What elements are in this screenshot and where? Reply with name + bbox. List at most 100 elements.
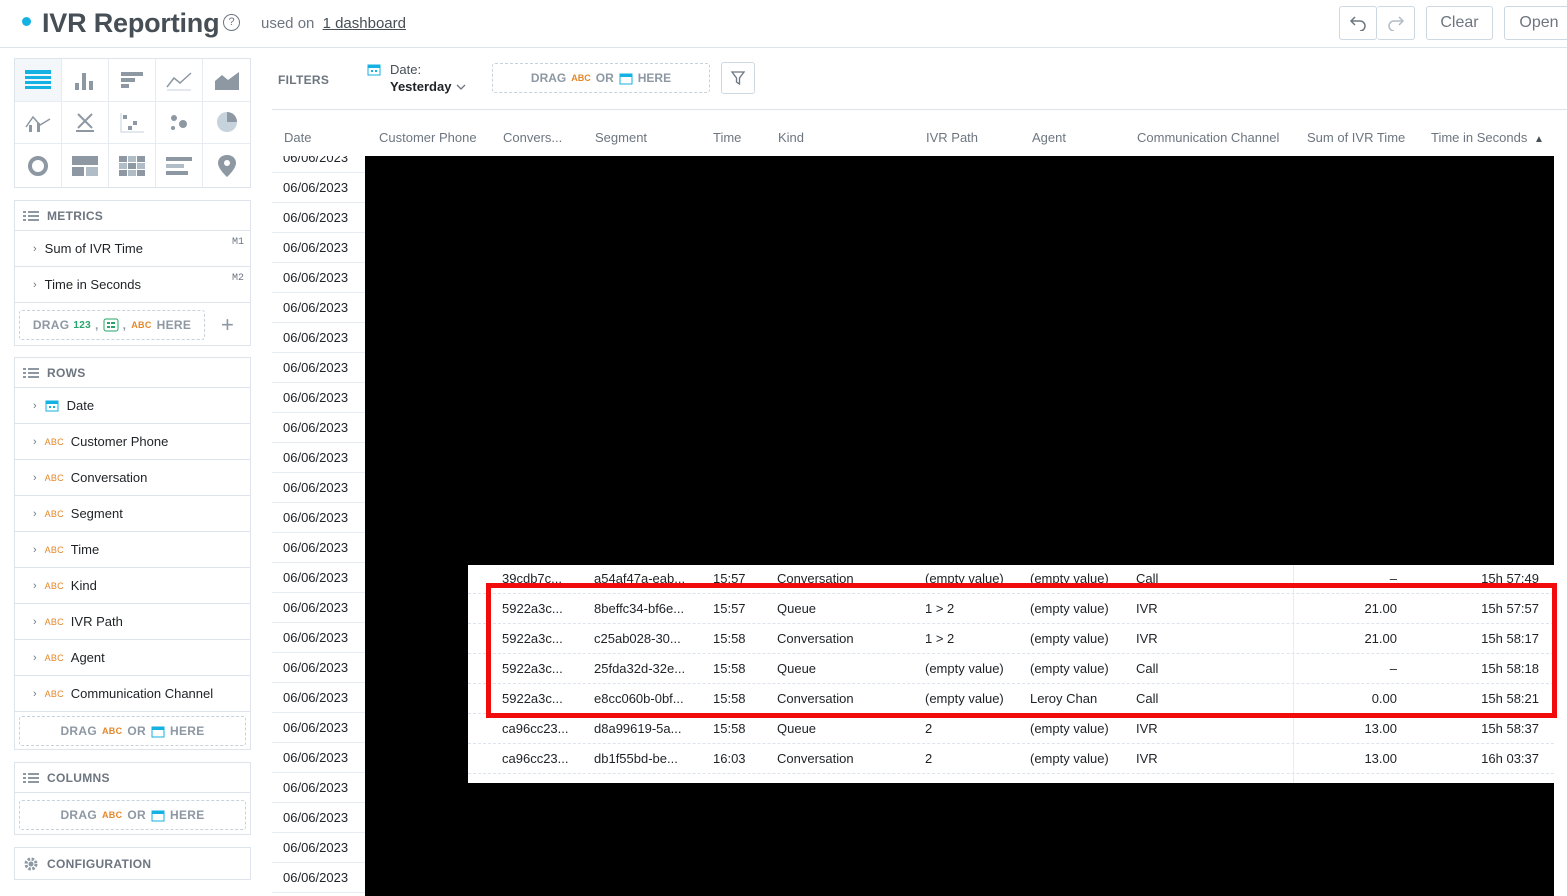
- dashboard-link[interactable]: 1 dashboard: [323, 15, 406, 32]
- date-cell: 06/06/2023: [272, 653, 365, 683]
- configuration-title: CONFIGURATION: [47, 856, 152, 871]
- date-cell: 06/06/2023: [272, 713, 365, 743]
- header-time[interactable]: Time: [713, 130, 741, 145]
- cell-time: 15:58: [713, 631, 746, 646]
- table-row[interactable]: 5922a3c... e8cc060b-0bf... 15:58 Conversati…: [468, 684, 1554, 714]
- drop-suffix: HERE: [170, 808, 205, 822]
- measure-filter-button[interactable]: [721, 62, 755, 94]
- column-chart-icon[interactable]: [62, 59, 109, 102]
- row-item-ivr-path[interactable]: › ABC IVR Path: [14, 604, 251, 640]
- cell-conversation: 5922a3c...: [502, 631, 563, 646]
- table-viz-icon[interactable]: [15, 59, 62, 102]
- row-item-kind[interactable]: › ABC Kind: [14, 568, 251, 604]
- abc-type-icon: ABC: [571, 73, 591, 83]
- columns-section-header[interactable]: COLUMNS: [14, 762, 251, 793]
- row-item-date[interactable]: › Date: [14, 388, 251, 424]
- row-item-communication-channel[interactable]: › ABC Communication Channel: [14, 676, 251, 712]
- chevron-right-icon: ›: [33, 435, 37, 448]
- row-item-agent[interactable]: › ABC Agent: [14, 640, 251, 676]
- donut-chart-icon[interactable]: [15, 144, 62, 187]
- cell-time: 15:58: [713, 721, 746, 736]
- date-filter-label: Date:: [390, 62, 422, 77]
- metrics-section-header[interactable]: METRICS: [14, 200, 251, 231]
- chevron-down-icon: [456, 84, 466, 90]
- help-icon[interactable]: ?: [223, 14, 240, 31]
- chevron-right-icon: ›: [33, 471, 37, 484]
- row-label: Conversation: [70, 470, 148, 485]
- row-label: Customer Phone: [70, 434, 169, 449]
- bullet-chart-icon[interactable]: [156, 144, 203, 187]
- header-segment[interactable]: Segment: [595, 130, 647, 145]
- abc-type-icon: ABC: [44, 580, 64, 591]
- header-communication-channel[interactable]: Communication Channel: [1137, 130, 1279, 145]
- metric-item-sum-ivr-time[interactable]: › Sum of IVR Time M1: [14, 231, 251, 267]
- metrics-drop-zone[interactable]: DRAG 123 , , ABC HERE: [19, 310, 205, 340]
- cell-time-in-seconds: 15h 58:37: [1481, 721, 1539, 736]
- line-chart-icon[interactable]: [156, 59, 203, 102]
- add-metric-icon[interactable]: +: [221, 312, 234, 338]
- geo-chart-icon[interactable]: [203, 144, 250, 187]
- scatter-plot-icon[interactable]: [109, 101, 156, 145]
- table-row[interactable]: ca96cc23... db1f55bd-be... 16:03 Conversati…: [468, 744, 1554, 774]
- header-time-in-seconds[interactable]: Time in Seconds ▲: [1431, 130, 1544, 145]
- bubble-chart-icon[interactable]: [156, 101, 203, 145]
- cell-conversation: 5922a3c...: [502, 691, 563, 706]
- cell-segment: e8cc060b-0bf...: [594, 691, 684, 706]
- cell-kind: Queue: [777, 661, 817, 676]
- row-label: Time: [70, 542, 100, 557]
- combo-chart-icon[interactable]: [15, 101, 62, 145]
- redo-button[interactable]: [1377, 6, 1415, 40]
- attribute-type-icon: [103, 318, 119, 332]
- header-customer-phone[interactable]: Customer Phone: [379, 130, 477, 145]
- filter-divider: [272, 109, 1567, 110]
- list-icon: [23, 367, 39, 378]
- cell-ivr-path: (empty value): [925, 691, 1004, 706]
- area-chart-icon[interactable]: [203, 59, 250, 102]
- header-sum-of-ivr-time[interactable]: Sum of IVR Time: [1307, 130, 1405, 145]
- table-row[interactable]: 5922a3c... c25ab028-30... 15:58 Conversatio…: [468, 624, 1554, 654]
- metric-tag: M1: [231, 237, 244, 248]
- row-item-conversation[interactable]: › ABC Conversation: [14, 460, 251, 496]
- header-ivr-path[interactable]: IVR Path: [926, 130, 978, 145]
- clear-button[interactable]: Clear: [1426, 6, 1493, 40]
- cell-time-in-seconds: 15h 57:57: [1481, 601, 1539, 616]
- chevron-right-icon: ›: [33, 687, 37, 700]
- undo-icon: [1349, 16, 1366, 31]
- heatmap-icon[interactable]: [109, 144, 156, 187]
- rows-drop-zone[interactable]: DRAG ABC OR HERE: [19, 716, 246, 746]
- metric-item-time-in-seconds[interactable]: › Time in Seconds M2: [14, 267, 251, 303]
- header-agent[interactable]: Agent: [1032, 130, 1066, 145]
- chevron-right-icon: ›: [33, 579, 37, 592]
- rows-section-header[interactable]: ROWS: [14, 357, 251, 388]
- redo-icon: [1387, 16, 1404, 31]
- table-row[interactable]: 5922a3c... 25fda32d-32e... 15:58 Queue (empt…: [468, 654, 1554, 684]
- chevron-right-icon: ›: [33, 615, 37, 628]
- header-date[interactable]: Date: [284, 130, 311, 145]
- header-kind[interactable]: Kind: [778, 130, 804, 145]
- date-cell: 06/06/2023: [272, 593, 365, 623]
- row-item-time[interactable]: › ABC Time: [14, 532, 251, 568]
- drop-suffix: HERE: [170, 724, 205, 738]
- cell-sum-ivr-time: –: [1389, 571, 1397, 586]
- cell-sum-ivr-time: –: [1389, 661, 1397, 676]
- cell-ivr-path: 1 > 2: [925, 601, 955, 616]
- row-item-customer-phone[interactable]: › ABC Customer Phone: [14, 424, 251, 460]
- treemap-icon[interactable]: [62, 144, 109, 187]
- undo-button[interactable]: [1339, 6, 1377, 40]
- date-cell: 06/06/2023: [272, 563, 365, 593]
- configuration-section-header[interactable]: CONFIGURATION: [14, 847, 251, 880]
- date-cell: 06/06/2023: [272, 743, 365, 773]
- headline-icon[interactable]: [62, 101, 109, 145]
- bar-chart-icon[interactable]: [109, 59, 156, 102]
- row-item-segment[interactable]: › ABC Segment: [14, 496, 251, 532]
- table-row[interactable]: ca96cc23... d8a99619-5a... 15:58 Queue 2 (emp…: [468, 714, 1554, 744]
- cell-agent: (empty value): [1030, 571, 1109, 586]
- open-button[interactable]: Open: [1504, 6, 1567, 40]
- table-row[interactable]: 5922a3c... 8beffc34-bf6e... 15:57 Queue 1 > …: [468, 594, 1554, 624]
- pie-chart-icon[interactable]: [203, 102, 250, 145]
- filter-drop-zone[interactable]: DRAG ABC OR HERE: [492, 63, 710, 93]
- page-title[interactable]: IVR Reporting: [42, 8, 220, 39]
- header-conversation[interactable]: Convers...: [503, 130, 562, 145]
- columns-drop-zone[interactable]: DRAG ABC OR HERE: [19, 800, 246, 830]
- table-row[interactable]: 39cdb7c... a54af47a-eab... 15:57 Conversati…: [468, 565, 1554, 594]
